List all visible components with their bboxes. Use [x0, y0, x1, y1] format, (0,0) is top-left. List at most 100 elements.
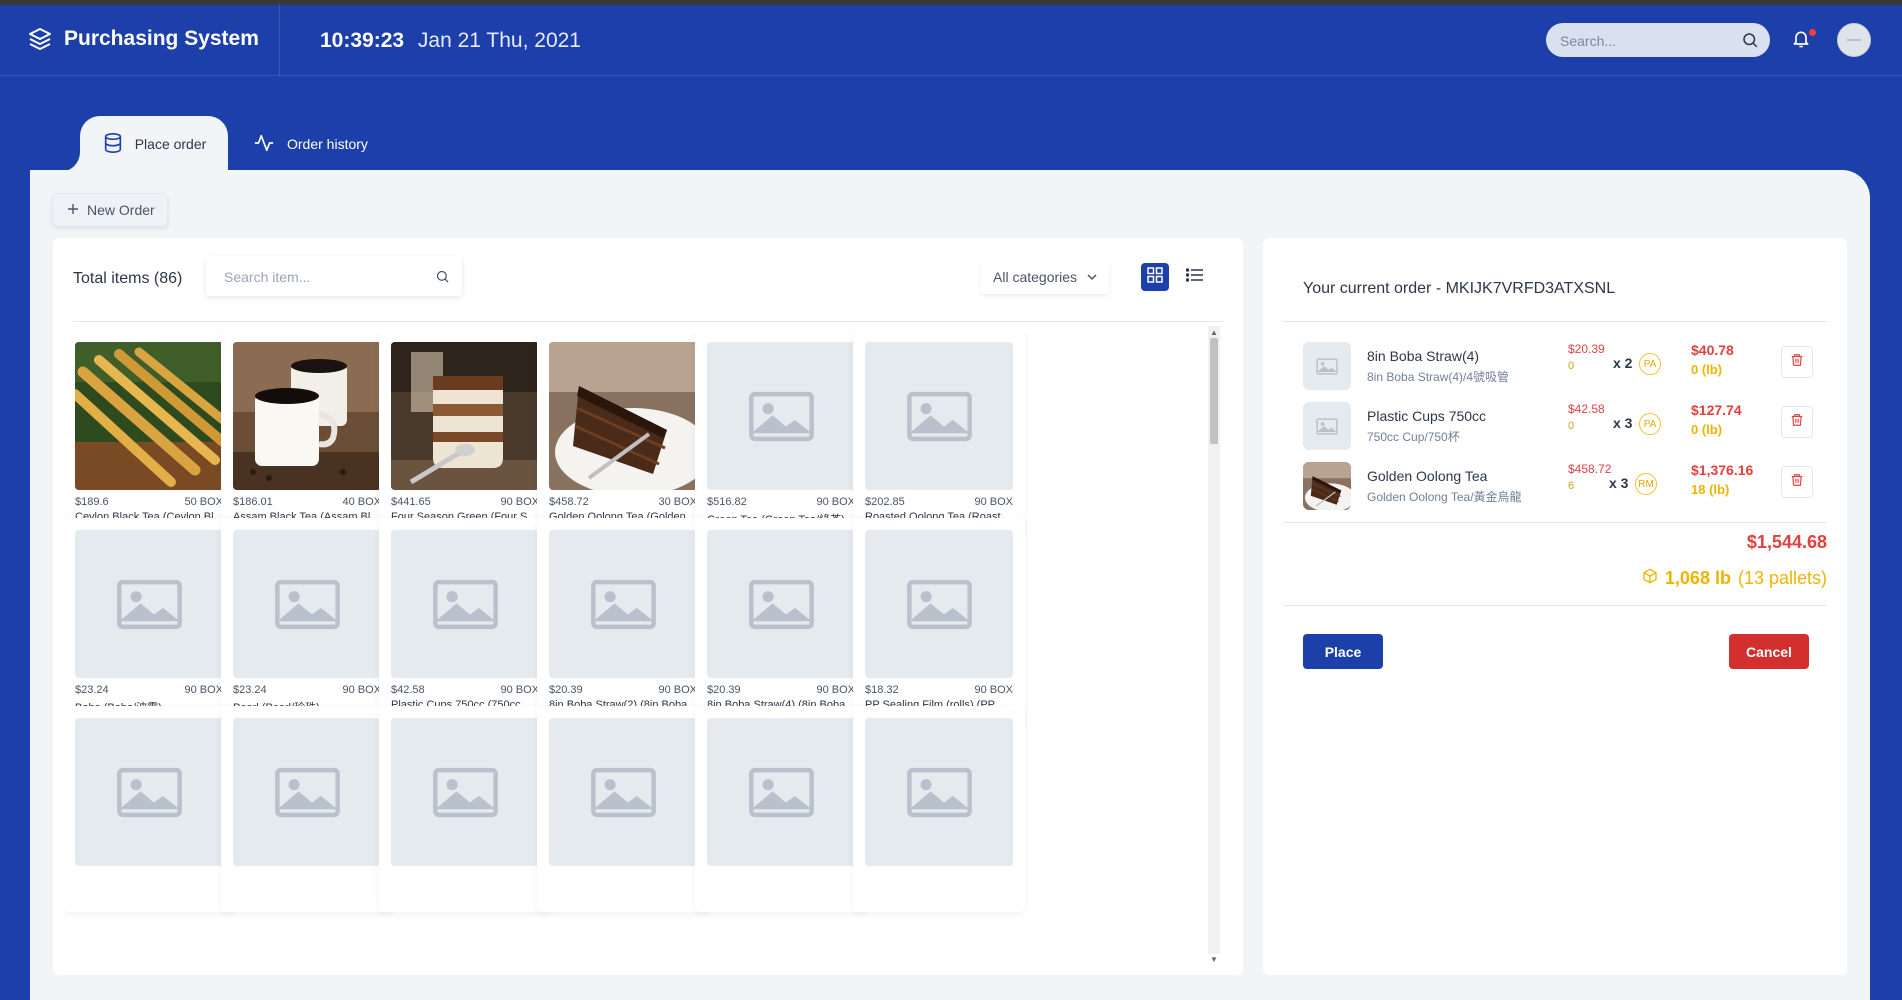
order-grand-total: $1,544.68 — [1746, 532, 1827, 552]
order-line-qty: x 3 — [1613, 415, 1633, 431]
item-card[interactable]: $186.01 40 BOX Assam Black Tea (Assam Bl..… — [221, 330, 393, 536]
item-image — [391, 718, 539, 866]
item-card[interactable]: $20.39 90 BOX 8in Boba Straw(4) (8in Boba.… — [695, 518, 867, 724]
order-line-unit-price: $42.58 — [1568, 402, 1605, 416]
item-card[interactable] — [63, 706, 235, 912]
item-card[interactable]: $23.2490 BOXBoba (Boba/波霸) — [63, 518, 235, 724]
order-line-total: $127.74 — [1691, 402, 1742, 418]
item-card[interactable] — [537, 706, 709, 912]
item-price: $23.24 — [233, 684, 267, 696]
tab-order-history[interactable]: Order history — [252, 116, 368, 172]
order-line-unit-weight: 6 — [1568, 480, 1575, 492]
item-card[interactable]: $441.65 90 BOX Four Season Green (Four Se.… — [379, 330, 551, 536]
app-brand[interactable]: Purchasing System — [28, 27, 259, 51]
item-price: $516.82 — [707, 496, 747, 508]
list-view-button[interactable] — [1181, 263, 1209, 291]
item-grid-scrollbar[interactable]: ▲ ▼ — [1208, 326, 1220, 964]
cancel-order-button[interactable]: Cancel — [1729, 634, 1809, 669]
order-line: Plastic Cups 750cc 750cc Cup/750杯 $42.58 0 x… — [1303, 402, 1813, 452]
item-card[interactable] — [853, 706, 1025, 912]
item-stock: 40 BOX — [342, 496, 381, 508]
order-header-divider — [1283, 321, 1827, 322]
item-card[interactable]: $516.8290 BOXGreen Tea (Green Tea/綠茶) — [695, 330, 867, 536]
item-stock: 90 BOX — [816, 684, 855, 696]
order-line-subtitle: 8in Boba Straw(4)/4號吸管 — [1367, 370, 1510, 384]
category-select[interactable]: All categories — [981, 260, 1109, 294]
total-items-label: Total items (86) — [73, 270, 183, 287]
item-stock: 90 BOX — [500, 684, 539, 696]
order-line: 8in Boba Straw(4) 8in Boba Straw(4)/4號吸管 $… — [1303, 342, 1813, 392]
item-stock: 90 BOX — [974, 496, 1013, 508]
list-icon — [1185, 267, 1204, 288]
activity-icon — [252, 132, 276, 157]
global-search[interactable] — [1546, 23, 1770, 59]
order-line-image — [1303, 402, 1351, 450]
scroll-thumb[interactable] — [1210, 338, 1218, 444]
delete-line-button[interactable] — [1781, 466, 1813, 498]
tab-label: Order history — [287, 136, 368, 152]
delete-line-button[interactable] — [1781, 406, 1813, 438]
item-search-input[interactable] — [222, 256, 426, 298]
category-select-value: All categories — [993, 269, 1078, 285]
tab-place-order[interactable]: Place order — [80, 116, 228, 172]
order-line-weight: 0 (lb) — [1691, 362, 1723, 377]
header-divider — [279, 5, 280, 75]
scroll-up-arrow[interactable]: ▲ — [1210, 328, 1218, 337]
item-price: $189.6 — [75, 496, 109, 508]
scroll-down-arrow[interactable]: ▼ — [1210, 955, 1218, 964]
item-price: $20.39 — [707, 684, 741, 696]
item-card[interactable]: $202.85 90 BOX Roasted Oolong Tea (Roast..… — [853, 330, 1025, 536]
order-line-total: $40.78 — [1691, 342, 1734, 358]
order-line-name: Golden Oolong Tea — [1367, 468, 1488, 484]
place-order-button[interactable]: Place — [1303, 634, 1383, 669]
item-image — [549, 342, 697, 490]
delete-line-button[interactable] — [1781, 346, 1813, 378]
item-card[interactable]: $189.6 50 BOX Ceylon Black Tea (Ceylon Bl.… — [63, 330, 235, 536]
avatar[interactable] — [1837, 23, 1871, 57]
order-line-unit-price: $20.39 — [1568, 342, 1605, 356]
items-panel: Total items (86) All categories $189.6 50… — [53, 238, 1243, 975]
item-stock: 30 BOX — [658, 496, 697, 508]
item-image — [707, 718, 855, 866]
trash-icon — [1790, 473, 1804, 492]
item-card[interactable] — [221, 706, 393, 912]
database-icon — [102, 132, 124, 157]
item-card[interactable]: $18.32 90 BOX PP Sealing Film (rolls) (PP … — [853, 518, 1025, 724]
tab-label: Place order — [134, 136, 207, 152]
trash-icon — [1790, 353, 1804, 372]
item-card[interactable]: $20.39 90 BOX 8in Boba Straw(2) (8in Boba.… — [537, 518, 709, 724]
order-line-qty: x 3 — [1609, 475, 1629, 491]
order-line-unit-price: $458.72 — [1568, 462, 1612, 476]
item-image — [707, 342, 855, 490]
item-image — [75, 530, 223, 678]
grid-view-button[interactable] — [1141, 263, 1169, 291]
item-card[interactable] — [379, 706, 551, 912]
order-title: Your current order - MKIJK7VRFD3ATXSNL — [1303, 280, 1616, 297]
item-stock: 90 BOX — [342, 684, 381, 696]
trash-icon — [1790, 413, 1804, 432]
item-image — [75, 718, 223, 866]
clock-date: Jan 21 Thu, 2021 — [417, 29, 581, 52]
item-image — [391, 342, 539, 490]
item-price: $20.39 — [549, 684, 583, 696]
item-card[interactable]: $23.2490 BOXPearl (Pearl/珍珠) — [221, 518, 393, 724]
item-card[interactable]: $458.72 30 BOX Golden Oolong Tea (Golden .… — [537, 330, 709, 536]
top-bar: Purchasing System 10:39:23 Jan 21 Thu, 2… — [0, 5, 1902, 76]
order-total-weight: 1,068 lb — [1664, 568, 1731, 588]
search-icon[interactable] — [435, 269, 450, 289]
item-card[interactable]: $42.58 90 BOX Plastic Cups 750cc (750cc ..… — [379, 518, 551, 724]
item-card[interactable] — [695, 706, 867, 912]
item-grid: $189.6 50 BOX Ceylon Black Tea (Ceylon Bl.… — [63, 330, 1213, 975]
toolbar-divider — [73, 321, 1223, 322]
new-order-button[interactable]: New Order — [52, 193, 168, 227]
item-stock: 90 BOX — [974, 684, 1013, 696]
search-icon[interactable] — [1741, 31, 1759, 54]
bell-icon[interactable] — [1791, 28, 1811, 55]
global-search-input[interactable] — [1558, 23, 1732, 59]
order-line: Golden Oolong Tea Golden Oolong Tea/黃金烏龍 $… — [1303, 462, 1813, 512]
item-search[interactable] — [206, 256, 462, 298]
box-icon — [1642, 568, 1658, 589]
item-image — [391, 530, 539, 678]
item-image — [549, 718, 697, 866]
item-price: $23.24 — [75, 684, 109, 696]
